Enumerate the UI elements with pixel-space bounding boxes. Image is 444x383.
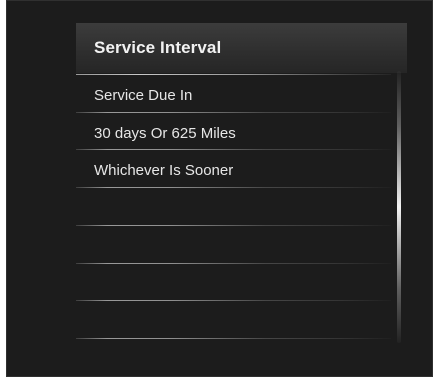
list-item[interactable] bbox=[76, 266, 391, 303]
panel-title: Service Interval bbox=[94, 38, 222, 57]
list-item-label: 30 days Or 625 Miles bbox=[94, 125, 236, 142]
scrollbar[interactable] bbox=[394, 71, 404, 343]
row-separator bbox=[76, 300, 391, 301]
list-item[interactable] bbox=[76, 228, 391, 265]
list-item[interactable] bbox=[76, 303, 391, 340]
row-separator bbox=[76, 149, 391, 150]
row-separator bbox=[76, 74, 391, 75]
list-item-label: Whichever Is Sooner bbox=[94, 162, 234, 179]
row-separator bbox=[76, 187, 391, 188]
list-item-label: Service Due In bbox=[94, 87, 193, 104]
list-item[interactable] bbox=[76, 190, 391, 227]
service-interval-panel: Service Interval Service Due In 30 days … bbox=[76, 23, 407, 351]
row-separator bbox=[76, 112, 391, 113]
list-item[interactable]: Service Due In bbox=[76, 77, 391, 114]
row-separator bbox=[76, 338, 391, 339]
display-screen: Service Interval Service Due In 30 days … bbox=[6, 0, 433, 377]
row-separator bbox=[76, 263, 391, 264]
scrollbar-thumb[interactable] bbox=[397, 71, 401, 343]
panel-header: Service Interval bbox=[76, 23, 407, 73]
list-item[interactable]: Whichever Is Sooner bbox=[76, 152, 391, 189]
row-separator bbox=[76, 225, 391, 226]
list-item[interactable]: 30 days Or 625 Miles bbox=[76, 115, 391, 152]
